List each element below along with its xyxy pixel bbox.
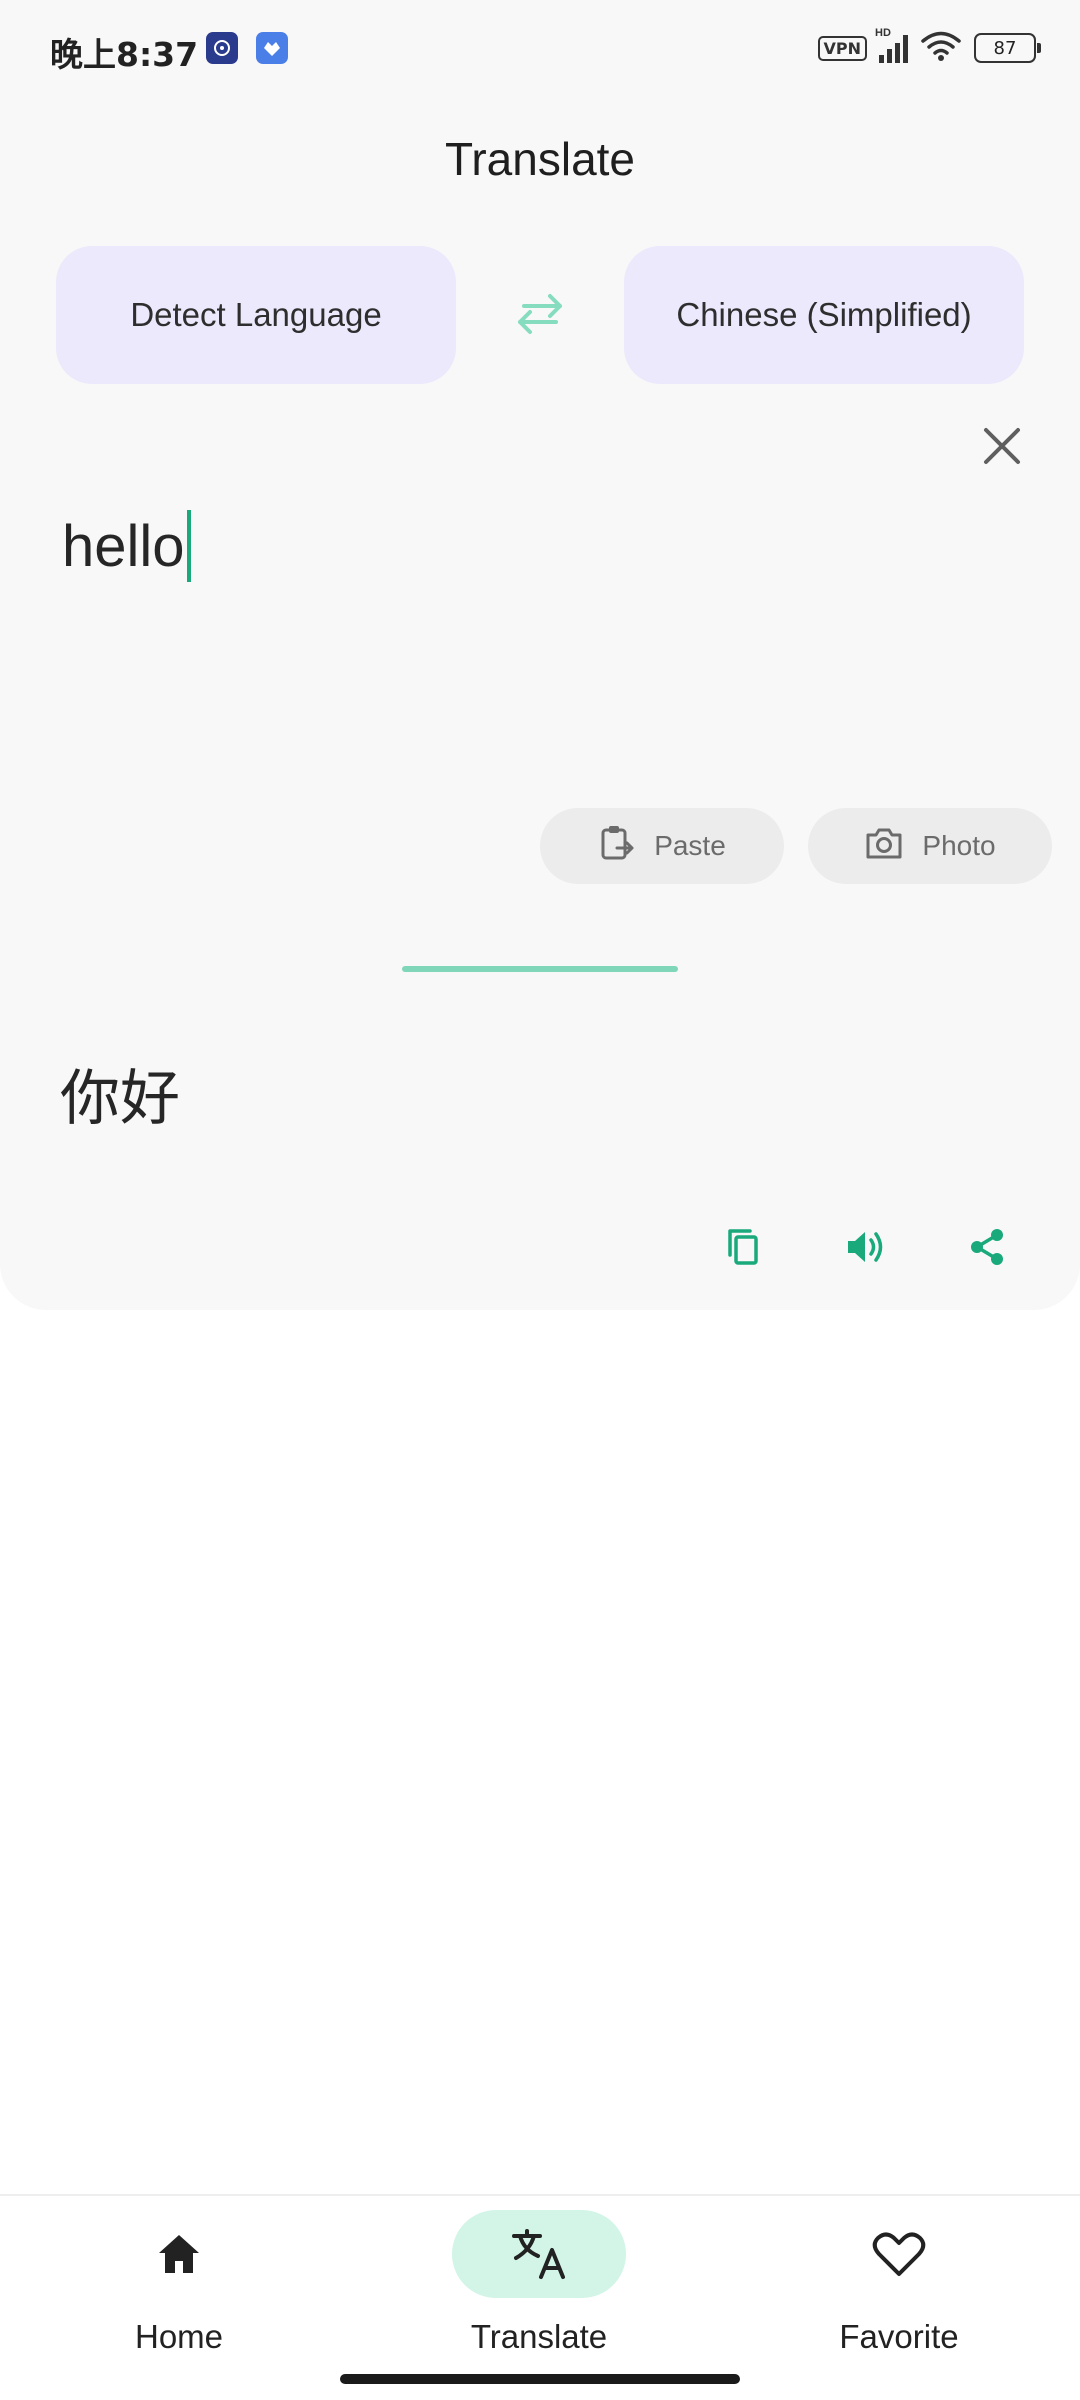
camera-icon	[864, 825, 904, 868]
divider	[402, 966, 678, 972]
speaker-icon[interactable]	[840, 1222, 890, 1272]
heart-icon	[812, 2210, 986, 2298]
status-time: 晚上8:37	[50, 35, 199, 74]
paste-label: Paste	[654, 830, 726, 861]
nav-favorite[interactable]: Favorite	[774, 2210, 1024, 2380]
notification-app-icon-2	[256, 32, 288, 64]
nav-home[interactable]: Home	[54, 2210, 304, 2380]
paste-button[interactable]: Paste	[540, 808, 784, 884]
paste-icon	[598, 824, 636, 869]
nav-favorite-label: Favorite	[839, 2318, 959, 2355]
bottom-navigation: Home Translate Favorite	[0, 2194, 1080, 2400]
home-indicator[interactable]	[340, 2374, 740, 2384]
nav-home-label: Home	[134, 2318, 224, 2355]
source-text-input[interactable]: hello	[62, 510, 191, 582]
page-title: Translate	[444, 133, 636, 185]
notification-app-icon	[206, 32, 238, 64]
battery-level: 87	[993, 37, 1017, 59]
wifi-icon	[920, 30, 962, 67]
home-icon	[92, 2210, 266, 2298]
photo-button[interactable]: Photo	[808, 808, 1052, 884]
swap-languages-icon[interactable]	[506, 286, 574, 342]
photo-label: Photo	[922, 830, 996, 861]
source-text-value: hello	[62, 513, 185, 579]
source-language-button[interactable]: Detect Language	[56, 246, 456, 384]
translate-icon	[452, 2210, 626, 2298]
copy-icon[interactable]	[718, 1222, 768, 1272]
status-bar: 晚上8:37 VPN HD 87	[0, 0, 1080, 96]
signal-icon: HD	[875, 27, 908, 63]
share-icon[interactable]	[962, 1222, 1012, 1272]
nav-translate-label: Translate	[470, 2318, 608, 2355]
target-language-button[interactable]: Chinese (Simplified)	[624, 246, 1024, 384]
source-language-label: Detect Language	[130, 296, 382, 333]
hd-label: HD	[875, 27, 891, 39]
target-language-label: Chinese (Simplified)	[676, 296, 972, 333]
clear-icon[interactable]	[982, 420, 1022, 472]
status-indicators: VPN HD 87	[817, 27, 1041, 67]
vpn-badge: VPN	[817, 35, 867, 61]
text-cursor	[186, 510, 191, 582]
translated-text: 你好	[60, 1064, 180, 1134]
nav-translate[interactable]: Translate	[414, 2210, 664, 2380]
battery-indicator: 87	[974, 33, 1041, 63]
